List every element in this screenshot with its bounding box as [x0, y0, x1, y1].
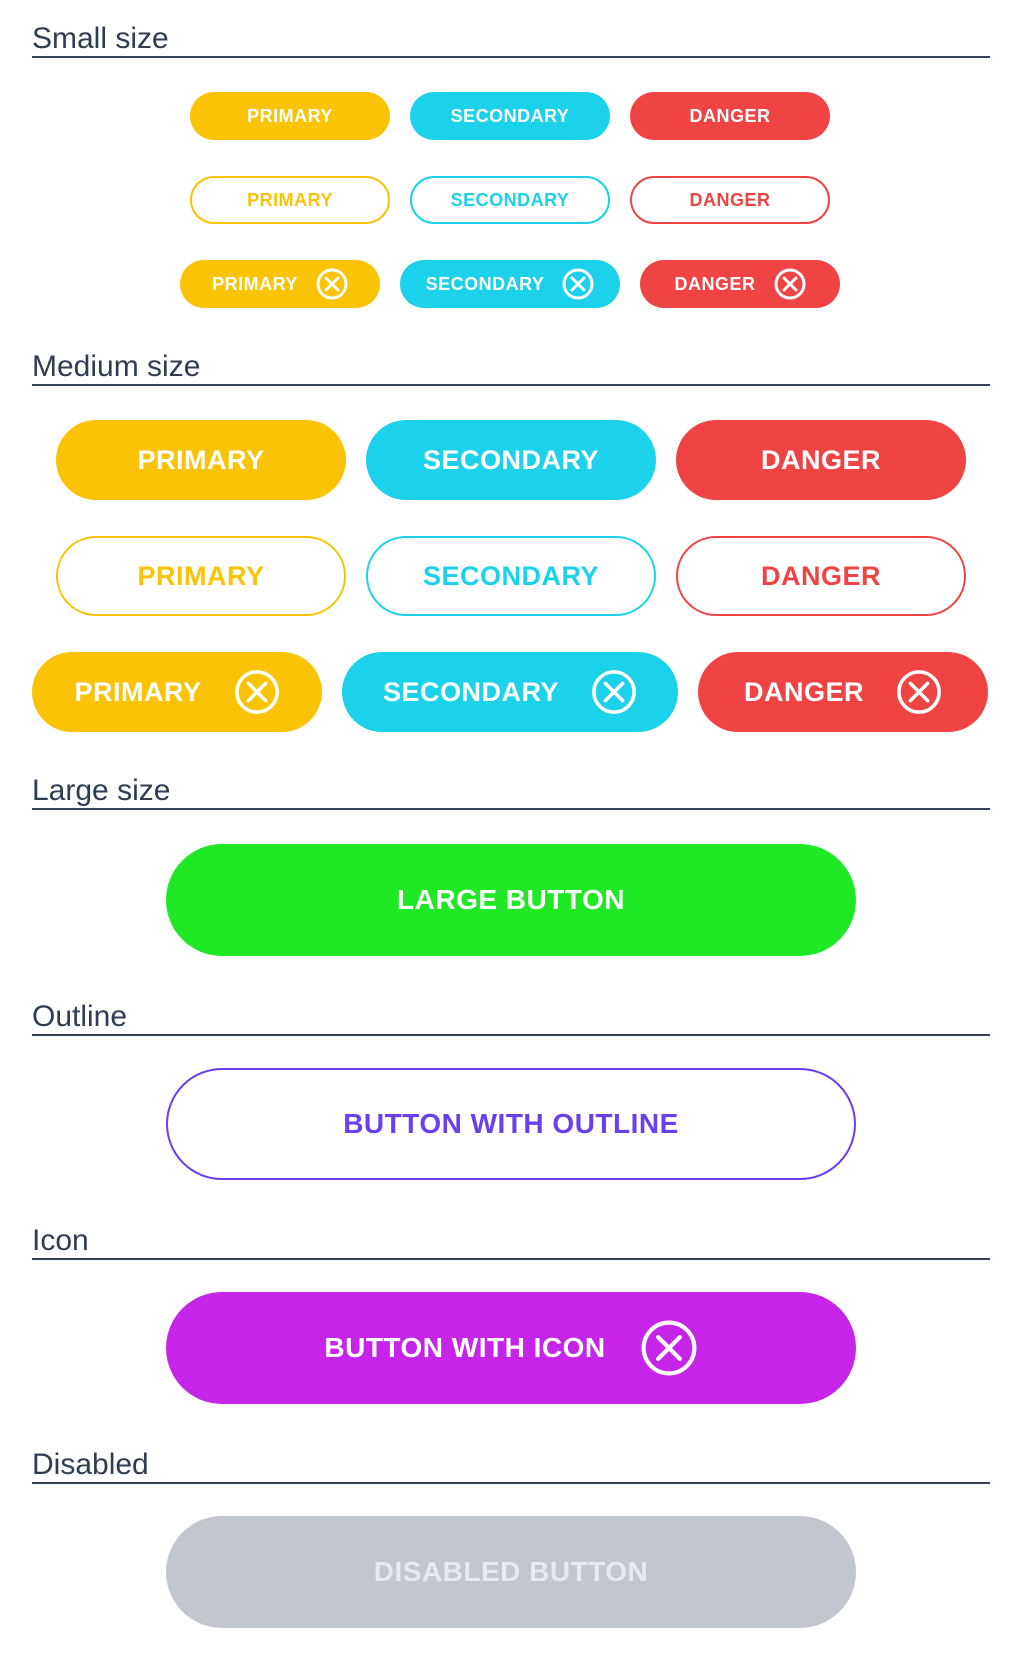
section-title-large: Large size	[32, 774, 990, 810]
button-label: SECONDARY	[450, 105, 570, 126]
medium-secondary-icon-button[interactable]: SECONDARY	[342, 652, 678, 732]
button-label: DANGER	[760, 560, 881, 591]
button-label: SECONDARY	[450, 189, 570, 210]
small-secondary-button[interactable]: SECONDARY	[410, 92, 610, 140]
close-circle-icon	[591, 669, 637, 715]
medium-secondary-button[interactable]: SECONDARY	[366, 420, 656, 500]
button-label: SECONDARY	[422, 444, 600, 475]
button-label: PRIMARY	[74, 676, 202, 707]
close-circle-icon	[316, 268, 348, 300]
button-label: PRIMARY	[137, 444, 265, 475]
small-secondary-outline-button[interactable]: SECONDARY	[410, 176, 610, 224]
close-circle-icon	[562, 268, 594, 300]
button-label: PRIMARY	[212, 273, 298, 294]
small-primary-icon-button[interactable]: PRIMARY	[180, 260, 380, 308]
section-title-icon: Icon	[32, 1224, 990, 1260]
small-primary-button[interactable]: PRIMARY	[190, 92, 390, 140]
small-danger-icon-button[interactable]: DANGER	[640, 260, 840, 308]
button-label: DISABLED BUTTON	[373, 1556, 649, 1587]
button-label: DANGER	[689, 189, 771, 210]
medium-secondary-outline-button[interactable]: SECONDARY	[366, 536, 656, 616]
button-label: DANGER	[674, 273, 756, 294]
close-circle-icon	[896, 669, 942, 715]
section-title-small: Small size	[32, 22, 990, 58]
medium-danger-outline-button[interactable]: DANGER	[676, 536, 966, 616]
small-danger-outline-button[interactable]: DANGER	[630, 176, 830, 224]
close-circle-icon	[234, 669, 280, 715]
small-secondary-icon-button[interactable]: SECONDARY	[400, 260, 620, 308]
medium-danger-icon-button[interactable]: DANGER	[698, 652, 988, 732]
button-label: PRIMARY	[247, 189, 333, 210]
medium-primary-button[interactable]: PRIMARY	[56, 420, 346, 500]
button-label: DANGER	[689, 105, 771, 126]
button-label: SECONDARY	[382, 676, 560, 707]
large-button[interactable]: LARGE BUTTON	[166, 844, 856, 956]
small-danger-button[interactable]: DANGER	[630, 92, 830, 140]
button-label: BUTTON WITH ICON	[324, 1332, 606, 1363]
button-label: PRIMARY	[247, 105, 333, 126]
button-label: LARGE BUTTON	[397, 884, 625, 915]
medium-primary-icon-button[interactable]: PRIMARY	[32, 652, 322, 732]
button-label: PRIMARY	[137, 560, 265, 591]
small-primary-outline-button[interactable]: PRIMARY	[190, 176, 390, 224]
icon-button[interactable]: BUTTON WITH ICON	[166, 1292, 856, 1404]
button-label: SECONDARY	[425, 273, 545, 294]
section-title-disabled: Disabled	[32, 1448, 990, 1484]
medium-danger-button[interactable]: DANGER	[676, 420, 966, 500]
close-circle-icon	[640, 1319, 698, 1377]
button-label: BUTTON WITH OUTLINE	[343, 1108, 679, 1139]
disabled-button: DISABLED BUTTON	[166, 1516, 856, 1628]
button-label: DANGER	[760, 444, 881, 475]
button-label: DANGER	[743, 676, 864, 707]
section-title-medium: Medium size	[32, 350, 990, 386]
close-circle-icon	[774, 268, 806, 300]
outline-button[interactable]: BUTTON WITH OUTLINE	[166, 1068, 856, 1180]
section-title-outline: Outline	[32, 1000, 990, 1036]
button-label: SECONDARY	[422, 560, 600, 591]
medium-primary-outline-button[interactable]: PRIMARY	[56, 536, 346, 616]
